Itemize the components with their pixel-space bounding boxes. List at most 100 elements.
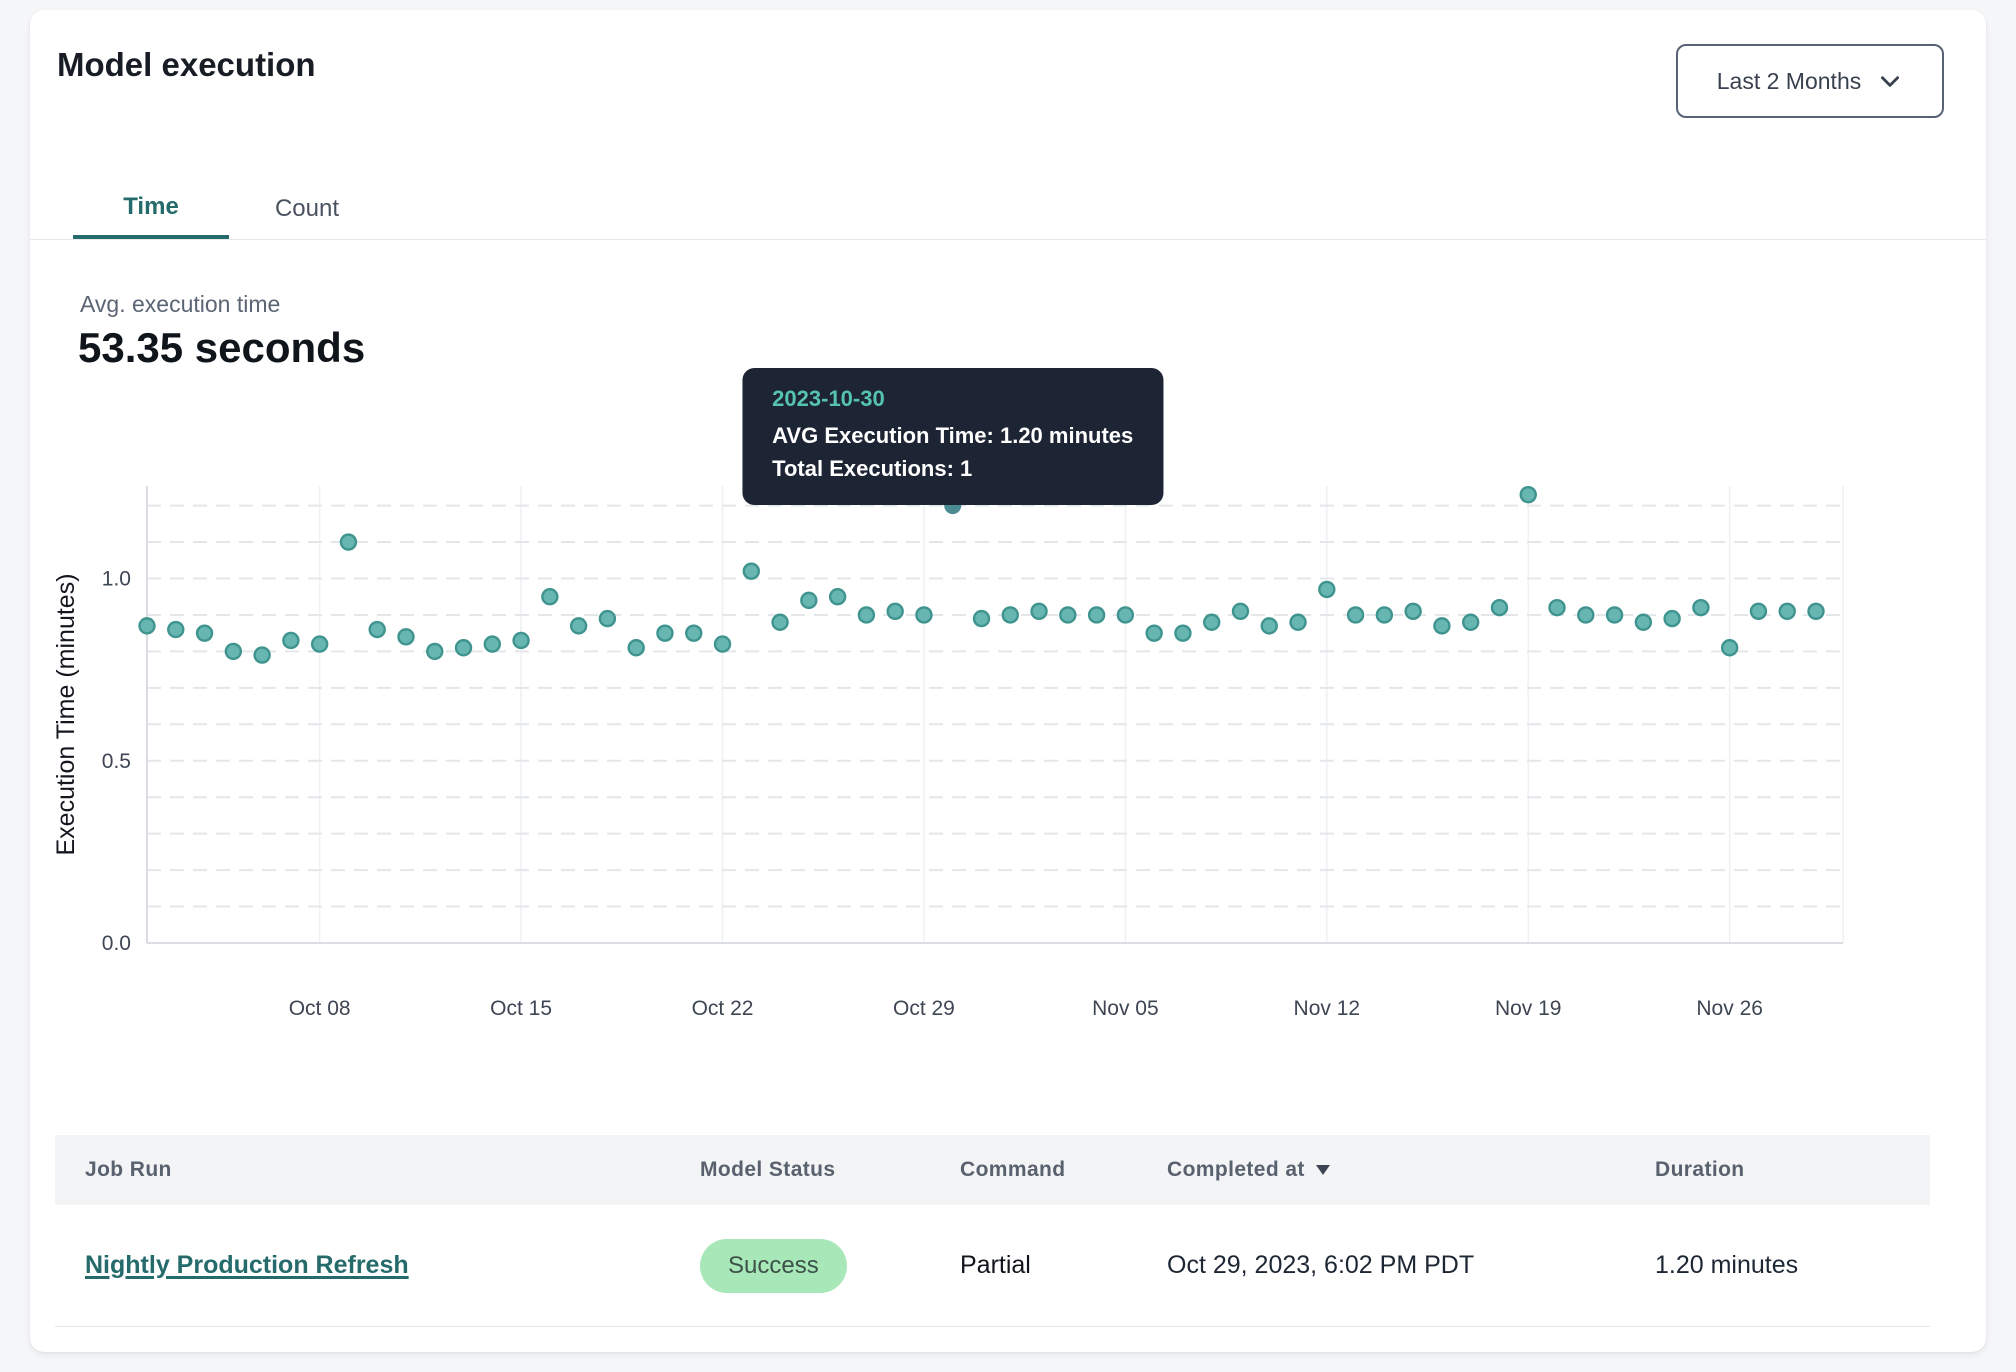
data-point[interactable] [657,626,672,641]
chart-tooltip: 2023-10-30 AVG Execution Time: 1.20 minu… [742,368,1163,505]
execution-time-scatter-chart[interactable]: 0.0 0.5 1.0 Execution Time (minutes) Oct 08 O… [30,470,1986,1030]
date-range-dropdown[interactable]: Last 2 Months [1676,44,1944,118]
svg-text:Nov 26: Nov 26 [1696,997,1763,1020]
data-point[interactable] [1348,607,1363,622]
svg-text:Oct 15: Oct 15 [490,997,552,1020]
data-point[interactable] [1291,615,1306,630]
data-point[interactable] [1780,604,1795,619]
data-point[interactable] [197,626,212,641]
data-point[interactable] [456,640,471,655]
column-header-model-status[interactable]: Model Status [700,1158,960,1182]
data-point[interactable] [629,640,644,655]
data-point[interactable] [1521,487,1536,502]
model-execution-card: Model execution Last 2 Months Time Count… [30,10,1986,1352]
svg-text:Oct 08: Oct 08 [289,997,351,1020]
data-point[interactable] [1607,607,1622,622]
data-point[interactable] [859,607,874,622]
data-point[interactable] [1147,626,1162,641]
data-point[interactable] [283,633,298,648]
data-point[interactable] [773,615,788,630]
data-point[interactable] [1809,604,1824,619]
tab-time[interactable]: Time [73,178,229,240]
data-point[interactable] [427,644,442,659]
data-point[interactable] [1319,582,1334,597]
data-point[interactable] [571,618,586,633]
data-point[interactable] [255,648,270,663]
data-point[interactable] [1089,607,1104,622]
data-point[interactable] [1578,607,1593,622]
data-point[interactable] [1463,615,1478,630]
data-point[interactable] [1118,607,1133,622]
tooltip-avg-execution-time: AVG Execution Time: 1.20 minutes [772,419,1133,452]
data-point[interactable] [801,593,816,608]
tab-count[interactable]: Count [229,178,385,240]
data-point[interactable] [1492,600,1507,615]
data-point[interactable] [370,622,385,637]
data-point[interactable] [1636,615,1651,630]
tab-divider [30,239,1986,240]
data-point[interactable] [168,622,183,637]
data-point[interactable] [888,604,903,619]
command-cell: Partial [960,1251,1167,1280]
data-point[interactable] [1204,615,1219,630]
table-row: Nightly Production Refresh Success Parti… [55,1205,1930,1327]
data-point[interactable] [974,611,989,626]
data-point[interactable] [715,637,730,652]
tooltip-total-executions: Total Executions: 1 [772,452,1133,485]
data-point[interactable] [312,637,327,652]
column-header-job-run[interactable]: Job Run [85,1158,700,1182]
svg-text:0.5: 0.5 [102,750,131,773]
status-badge: Success [700,1239,847,1293]
data-point[interactable] [1060,607,1075,622]
svg-text:Execution Time (minutes): Execution Time (minutes) [52,573,80,855]
data-point[interactable] [398,629,413,644]
data-point[interactable] [1434,618,1449,633]
page-background: Model execution Last 2 Months Time Count… [0,0,2016,1372]
column-header-command[interactable]: Command [960,1158,1167,1182]
svg-text:Oct 22: Oct 22 [692,997,754,1020]
column-header-duration[interactable]: Duration [1655,1158,1930,1182]
svg-text:Nov 19: Nov 19 [1495,997,1562,1020]
tooltip-date: 2023-10-30 [772,386,1133,412]
data-point[interactable] [600,611,615,626]
data-point[interactable] [830,589,845,604]
data-point[interactable] [140,618,155,633]
data-point[interactable] [542,589,557,604]
svg-text:1.0: 1.0 [102,568,131,591]
svg-text:Nov 12: Nov 12 [1294,997,1361,1020]
data-point[interactable] [1665,611,1680,626]
data-point[interactable] [1550,600,1565,615]
svg-text:Nov 05: Nov 05 [1092,997,1159,1020]
data-point[interactable] [916,607,931,622]
job-run-link[interactable]: Nightly Production Refresh [85,1251,409,1279]
date-range-label: Last 2 Months [1717,68,1861,95]
table-header-row: Job Run Model Status Command Completed a… [55,1135,1930,1205]
data-point[interactable] [1406,604,1421,619]
data-point[interactable] [1032,604,1047,619]
tab-bar: Time Count [73,178,385,240]
data-point[interactable] [1751,604,1766,619]
data-point[interactable] [226,644,241,659]
data-point[interactable] [1693,600,1708,615]
data-point[interactable] [1175,626,1190,641]
svg-text:Oct 29: Oct 29 [893,997,955,1020]
duration-cell: 1.20 minutes [1655,1251,1930,1280]
data-point[interactable] [1262,618,1277,633]
avg-execution-time-label: Avg. execution time [80,291,280,318]
svg-text:0.0: 0.0 [102,932,131,955]
data-point[interactable] [1233,604,1248,619]
data-point[interactable] [1003,607,1018,622]
data-point[interactable] [1722,640,1737,655]
chevron-down-icon [1877,68,1903,94]
avg-execution-time-value: 53.35 seconds [78,324,365,372]
data-point[interactable] [744,564,759,579]
sort-desc-icon [1315,1158,1331,1182]
data-point[interactable] [686,626,701,641]
data-point[interactable] [485,637,500,652]
column-header-completed-at[interactable]: Completed at [1167,1158,1655,1182]
data-point[interactable] [514,633,529,648]
completed-at-cell: Oct 29, 2023, 6:02 PM PDT [1167,1251,1655,1280]
data-point[interactable] [341,535,356,550]
data-point[interactable] [1377,607,1392,622]
page-title: Model execution [57,46,316,84]
